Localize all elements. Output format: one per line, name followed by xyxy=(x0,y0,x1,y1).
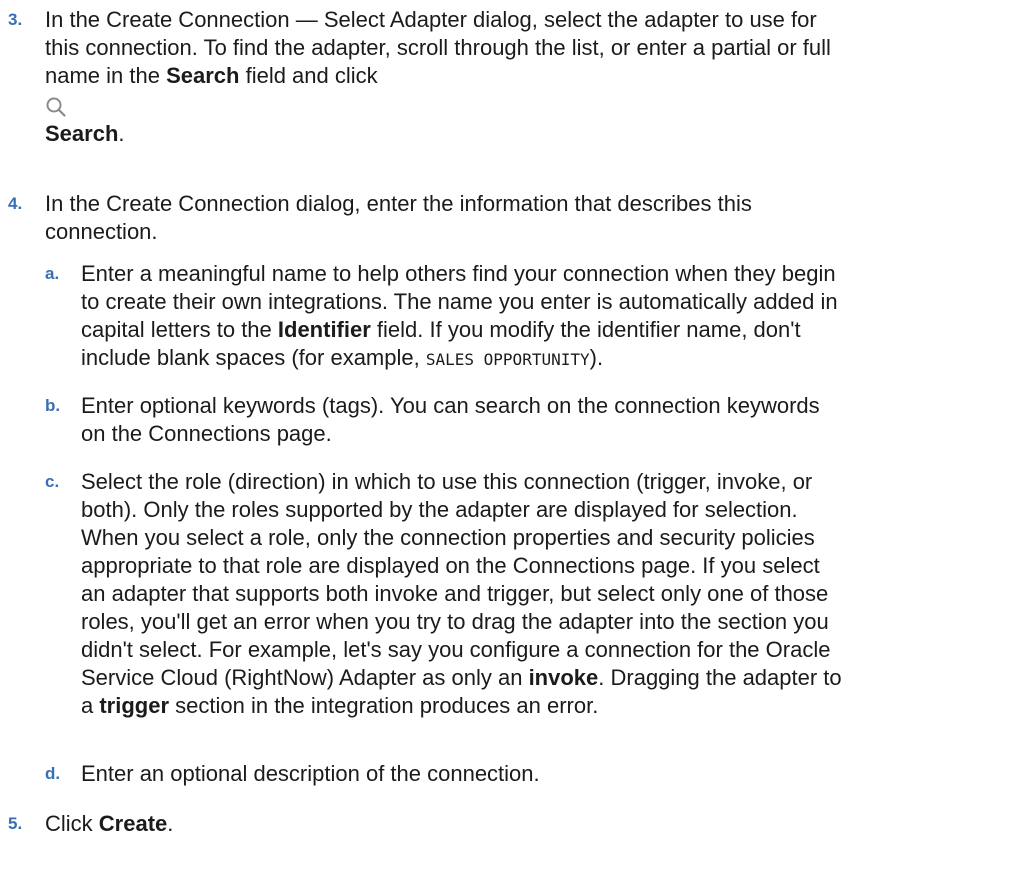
text-span: field. If you modify the identifier name… xyxy=(370,317,801,342)
substep-text-line: capital letters to the Identifier field.… xyxy=(81,316,1011,344)
text-span: Service Cloud (RightNow) Adapter as only… xyxy=(81,665,529,690)
step-text-line: In the Create Connection dialog, enter t… xyxy=(45,191,752,216)
text-span: . Dragging the adapter to xyxy=(598,665,842,690)
step-text-line: this connection. To find the adapter, sc… xyxy=(45,35,831,60)
step-text-line: name in the Search field and click xyxy=(45,62,1020,90)
text-span: a xyxy=(81,693,100,718)
substep-text-line: Select the role (direction) in which to … xyxy=(81,469,813,494)
substep-text-line: Enter optional keywords (tags). You can … xyxy=(81,393,820,418)
step-body: In the Create Connection dialog, enter t… xyxy=(45,190,1020,246)
substep-letter: a. xyxy=(45,264,60,283)
substep-text-line: a trigger section in the integration pro… xyxy=(81,692,1011,720)
substep-body: Enter a meaningful name to help others f… xyxy=(81,260,1011,374)
substep-text-line: Enter an optional description of the con… xyxy=(81,761,540,786)
substep-text-line: appropriate to that role are displayed o… xyxy=(81,553,820,578)
substep-text-line: Service Cloud (RightNow) Adapter as only… xyxy=(81,664,1011,692)
ui-term-identifier: Identifier xyxy=(277,317,371,342)
substep-letter: c. xyxy=(45,472,60,491)
text-span: section in the integration produces an e… xyxy=(169,693,599,718)
substep-text-line: both). Only the roles supported by the a… xyxy=(81,497,798,522)
text-span: Click xyxy=(45,811,99,836)
substep-text-line: on the Connections page. xyxy=(81,421,332,446)
substep-body: Select the role (direction) in which to … xyxy=(81,468,1011,720)
step-text-line: connection. xyxy=(45,219,158,244)
code-example: SALES OPPORTUNITY xyxy=(425,350,590,369)
text-span: field and click xyxy=(239,63,378,88)
step-text-line: Click Create. xyxy=(45,810,1020,838)
ui-term-create: Create xyxy=(98,811,168,836)
search-icon xyxy=(45,96,67,118)
step-text-line: Search. xyxy=(45,120,1020,148)
text-span: ). xyxy=(589,345,604,370)
step-text-line: In the Create Connection — Select Adapte… xyxy=(45,7,817,32)
step-body: Click Create. xyxy=(45,810,1020,838)
text-span: . xyxy=(118,121,125,146)
substep-text-line: Enter a meaningful name to help others f… xyxy=(81,261,836,286)
text-span: include blank spaces (for example, xyxy=(81,345,426,370)
substep-text-line: to create their own integrations. The na… xyxy=(81,289,838,314)
substep-letter: d. xyxy=(45,764,61,783)
text-span: . xyxy=(167,811,174,836)
substep-text-line: an adapter that supports both invoke and… xyxy=(81,581,829,606)
ui-term-invoke: invoke xyxy=(528,665,599,690)
ui-term-trigger: trigger xyxy=(99,693,170,718)
substep-text-line: include blank spaces (for example, SALES… xyxy=(81,344,1011,374)
substep-body: Enter optional keywords (tags). You can … xyxy=(81,392,1011,448)
substep-text-line: didn't select. For example, let's say yo… xyxy=(81,637,831,662)
text-span: capital letters to the xyxy=(81,317,278,342)
substep-text-line: When you select a role, only the connect… xyxy=(81,525,815,550)
text-span: name in the xyxy=(45,63,167,88)
substep-letter: b. xyxy=(45,396,61,415)
icon-line xyxy=(45,90,1020,120)
substep-text-line: roles, you'll get an error when you try … xyxy=(81,609,829,634)
step-body: In the Create Connection — Select Adapte… xyxy=(45,6,1020,148)
ui-term-search: Search xyxy=(166,63,240,88)
step-number: 4. xyxy=(8,194,23,213)
step-number: 3. xyxy=(8,10,23,29)
step-number: 5. xyxy=(8,814,23,833)
ui-term-search: Search xyxy=(45,121,119,146)
substep-body: Enter an optional description of the con… xyxy=(81,760,1011,788)
